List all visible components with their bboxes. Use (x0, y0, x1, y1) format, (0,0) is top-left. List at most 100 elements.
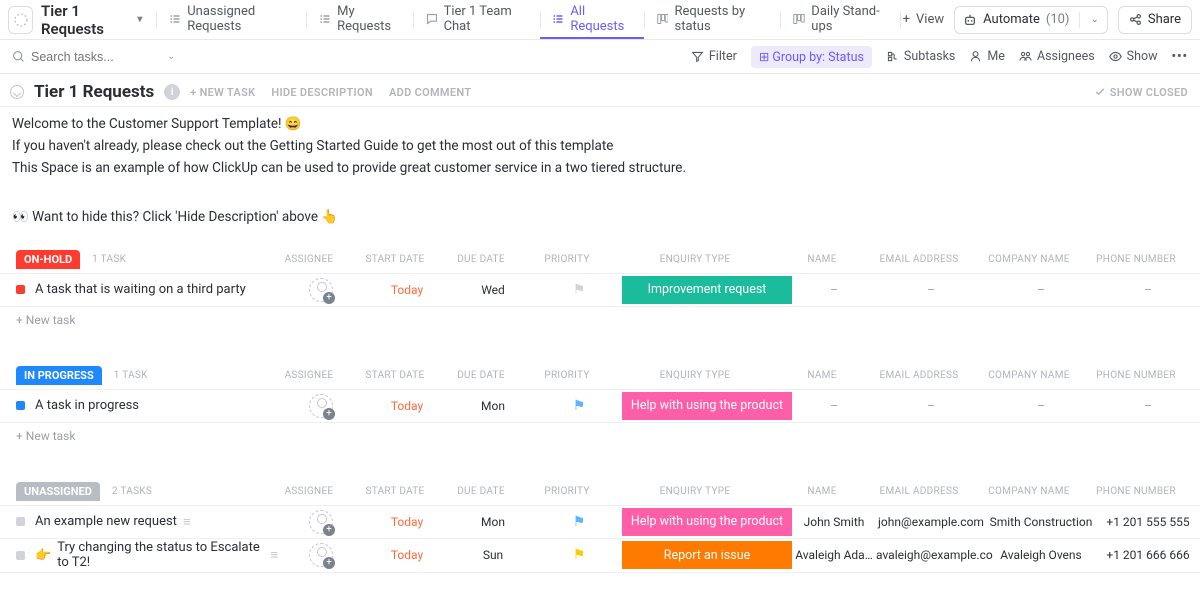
flag-icon[interactable]: ⚑ (573, 282, 586, 298)
new-task-row[interactable]: + New task (0, 307, 1200, 333)
search-input[interactable] (31, 50, 161, 64)
task-name[interactable]: A task that is waiting on a third party (35, 282, 278, 297)
task-name[interactable]: An example new request ≡ (35, 514, 278, 530)
enquiry-pill[interactable]: Improvement request (622, 276, 792, 304)
enquiry-pill[interactable]: Help with using the product (622, 392, 792, 420)
add-view-button[interactable]: + View (903, 12, 945, 27)
new-task-button[interactable]: +NEW TASK (190, 86, 255, 99)
group-unassigned: UNASSIGNED 2 TASKS ASSIGNEE START DATE D… (0, 479, 1200, 573)
cell-name[interactable]: – (792, 283, 876, 297)
assignee-add[interactable] (309, 394, 333, 418)
cell-company[interactable]: – (986, 283, 1096, 297)
share-button[interactable]: Share (1118, 6, 1192, 34)
person-icon (969, 50, 982, 63)
description-line: If you haven't already, please check out… (12, 136, 1188, 157)
flag-icon[interactable]: ⚑ (573, 514, 586, 530)
chevron-down-icon: ▾ (137, 14, 142, 25)
assignee-add[interactable] (309, 278, 333, 302)
search-wrap[interactable]: ⌄ (12, 50, 182, 64)
show-button[interactable]: Show (1109, 49, 1158, 64)
due-date[interactable]: Wed (450, 283, 536, 297)
tab-my-requests[interactable]: My Requests (307, 0, 413, 39)
add-comment-button[interactable]: ADD COMMENT (389, 86, 471, 99)
more-button[interactable]: ••• (1172, 49, 1188, 64)
task-row[interactable]: An example new request ≡ Today Mon ⚑ Hel… (0, 505, 1200, 539)
tab-team-chat[interactable]: Tier 1 Team Chat (414, 0, 540, 39)
status-label-in-progress[interactable]: IN PROGRESS (16, 366, 102, 385)
col-email[interactable]: EMAIL ADDRESS (864, 254, 974, 265)
col-priority[interactable]: PRIORITY (524, 254, 610, 265)
chat-icon (426, 12, 438, 26)
folder-title-text: Tier 1 Requests (41, 2, 133, 38)
space-icon[interactable] (8, 6, 33, 34)
views-tabs: Unassigned Requests My Requests Tier 1 T… (156, 0, 900, 39)
loading-icon (13, 12, 29, 28)
description-icon: ≡ (270, 547, 278, 563)
collapse-toggle[interactable] (10, 85, 24, 99)
folder-title[interactable]: Tier 1 Requests ▾ (37, 2, 146, 38)
pointing-hand-icon: 👉 (35, 548, 51, 563)
status-dot[interactable] (16, 401, 25, 410)
col-due-date[interactable]: DUE DATE (438, 254, 524, 265)
col-company[interactable]: COMPANY NAME (974, 254, 1084, 265)
list-icon (319, 12, 331, 26)
plus-icon: + (903, 12, 910, 27)
assignees-button[interactable]: Assignees (1019, 49, 1095, 64)
status-label-unassigned[interactable]: UNASSIGNED (16, 482, 100, 501)
info-icon[interactable]: i (164, 84, 180, 100)
flag-icon[interactable]: ⚑ (573, 398, 586, 414)
cell-email[interactable]: – (876, 283, 986, 297)
automate-button[interactable]: Automate (10) ⌄ (954, 6, 1108, 34)
list-icon (552, 12, 564, 26)
col-phone[interactable]: PHONE NUMBER (1084, 254, 1188, 265)
me-button[interactable]: Me (969, 49, 1005, 64)
task-name[interactable]: 👉Try changing the status to Escalate to … (35, 540, 278, 570)
list-title[interactable]: Tier 1 Requests (34, 82, 154, 102)
status-dot[interactable] (16, 517, 25, 526)
task-row[interactable]: A task that is waiting on a third party … (0, 273, 1200, 307)
board-icon (657, 12, 669, 26)
eye-icon (1109, 50, 1122, 63)
hide-description-button[interactable]: HIDE DESCRIPTION (271, 86, 373, 99)
group-icon: ⊞ (759, 50, 773, 65)
filter-button[interactable]: Filter (691, 49, 737, 64)
chevron-down-icon[interactable]: ⌄ (167, 51, 175, 62)
list-title-row: Tier 1 Requests i +NEW TASK HIDE DESCRIP… (34, 82, 471, 102)
assignee-add[interactable] (309, 543, 333, 567)
assignee-add[interactable] (309, 510, 333, 534)
groupby-button[interactable]: ⊞ Group by: Status (751, 46, 872, 68)
new-task-row[interactable]: + New task (0, 423, 1200, 449)
description-line: This Space is an example of how ClickUp … (12, 158, 1188, 179)
task-row[interactable]: A task in progress Today Mon ⚑ Help with… (0, 389, 1200, 423)
status-dot[interactable] (16, 551, 25, 560)
subtasks-icon (886, 50, 899, 63)
start-date[interactable]: Today (364, 399, 450, 413)
tab-daily-standups[interactable]: Daily Stand-ups (781, 0, 899, 39)
search-icon (12, 50, 25, 63)
chevron-down-icon: ⌄ (1090, 14, 1098, 25)
show-closed-button[interactable]: SHOW CLOSED (1094, 86, 1188, 99)
enquiry-pill[interactable]: Report an issue (622, 541, 792, 569)
board-icon (793, 12, 805, 26)
flag-icon[interactable]: ⚑ (573, 547, 586, 563)
col-enquiry-type[interactable]: ENQUIRY TYPE (610, 254, 780, 265)
subtasks-button[interactable]: Subtasks (886, 49, 955, 64)
col-start-date[interactable]: START DATE (352, 254, 438, 265)
list-header: Tier 1 Requests i +NEW TASK HIDE DESCRIP… (0, 74, 1200, 107)
description-line: Welcome to the Customer Support Template… (12, 114, 1188, 135)
filter-icon (691, 50, 704, 63)
tab-requests-by-status[interactable]: Requests by status (645, 0, 781, 39)
status-label-on-hold[interactable]: ON-HOLD (16, 250, 80, 269)
enquiry-pill[interactable]: Help with using the product (622, 508, 792, 536)
due-date[interactable]: Mon (450, 399, 536, 413)
task-name[interactable]: A task in progress (35, 398, 278, 413)
check-icon (1094, 86, 1106, 98)
toolbar: ⌄ Filter ⊞ Group by: Status Subtasks Me … (0, 40, 1200, 74)
start-date[interactable]: Today (364, 283, 450, 297)
cell-phone[interactable]: – (1096, 283, 1200, 297)
col-assignee[interactable]: ASSIGNEE (266, 254, 352, 265)
status-dot[interactable] (16, 285, 25, 294)
tab-all-requests[interactable]: All Requests (540, 0, 643, 39)
col-name[interactable]: NAME (780, 254, 864, 265)
tab-unassigned-requests[interactable]: Unassigned Requests (157, 0, 306, 39)
